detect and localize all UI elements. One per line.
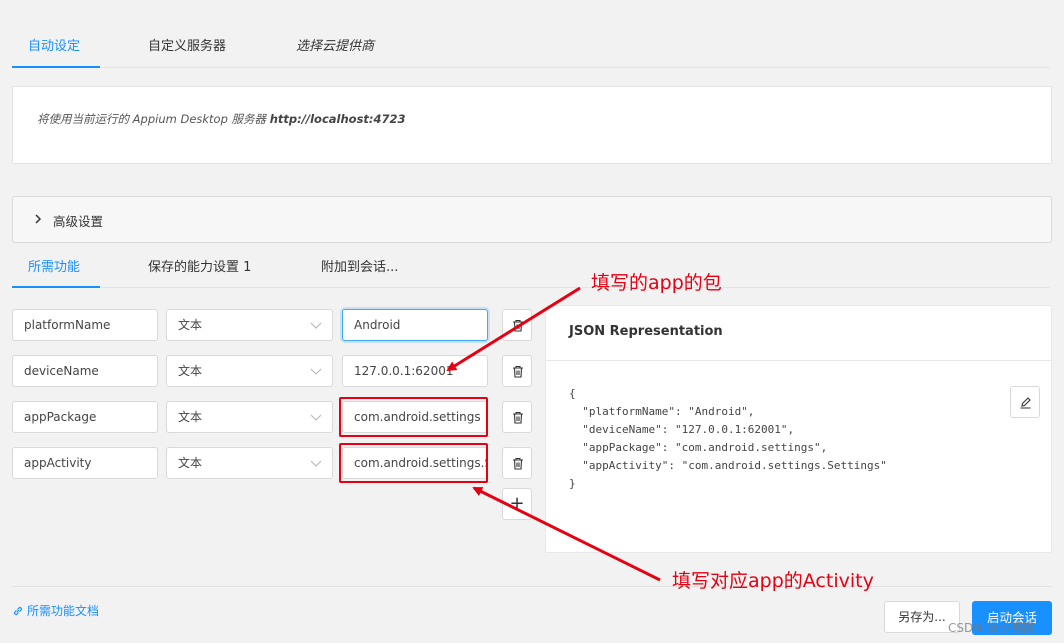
advanced-settings-label: 高级设置 bbox=[53, 214, 104, 229]
capability-name-input[interactable]: platformName bbox=[12, 309, 158, 341]
trash-icon bbox=[513, 365, 523, 378]
json-panel-header: JSON Representation bbox=[546, 306, 1051, 361]
capability-type-select[interactable]: 文本 bbox=[166, 447, 333, 479]
highlight-app-activity bbox=[339, 443, 488, 483]
chevron-right-icon bbox=[35, 214, 42, 224]
delete-capability-button[interactable] bbox=[502, 355, 532, 387]
json-line: } bbox=[569, 477, 576, 490]
server-info-prefix: 将使用当前运行的 Appium Desktop 服务器 bbox=[37, 112, 267, 126]
add-capability-button[interactable]: + bbox=[502, 488, 532, 520]
json-line: "deviceName": "127.0.0.1:62001", bbox=[569, 423, 795, 436]
trash-icon bbox=[513, 319, 523, 332]
json-code-block: { "platformName": "Android", "deviceName… bbox=[569, 385, 887, 493]
capability-value-input[interactable]: 127.0.0.1:62001 bbox=[342, 355, 488, 387]
plus-icon: + bbox=[509, 493, 525, 514]
capability-name-input[interactable]: appActivity bbox=[12, 447, 158, 479]
tab-custom-server[interactable]: 自定义服务器 bbox=[148, 26, 226, 68]
server-url: http://localhost:4723 bbox=[269, 112, 406, 126]
link-icon bbox=[13, 606, 23, 616]
capability-type-select[interactable]: 文本 bbox=[166, 401, 333, 433]
json-representation-panel: JSON Representation { "platformName": "A… bbox=[545, 305, 1052, 553]
capability-type-value: 文本 bbox=[178, 364, 203, 378]
capability-name-input[interactable]: appPackage bbox=[12, 401, 158, 433]
capability-value-input[interactable]: Android bbox=[342, 309, 488, 341]
highlight-app-package bbox=[339, 397, 488, 437]
capability-name-input[interactable]: deviceName bbox=[12, 355, 158, 387]
json-line: { bbox=[569, 387, 576, 400]
capability-type-value: 文本 bbox=[178, 456, 203, 470]
capability-type-select[interactable]: 文本 bbox=[166, 309, 333, 341]
chevron-down-icon bbox=[310, 368, 322, 375]
server-info-panel: 将使用当前运行的 Appium Desktop 服务器 http://local… bbox=[12, 86, 1052, 164]
chevron-down-icon bbox=[310, 460, 322, 467]
capability-row: deviceName 文本 127.0.0.1:62001 bbox=[12, 355, 532, 387]
tab-ink-bar bbox=[12, 286, 100, 288]
capability-type-value: 文本 bbox=[178, 318, 203, 332]
tab-automatic-server[interactable]: 自动设定 bbox=[28, 26, 80, 68]
delete-capability-button[interactable] bbox=[502, 309, 532, 341]
capability-type-select[interactable]: 文本 bbox=[166, 355, 333, 387]
chevron-down-icon bbox=[310, 322, 322, 329]
tab-desired-capabilities[interactable]: 所需功能 bbox=[28, 247, 80, 289]
server-tabs: 自动设定 自定义服务器 选择云提供商 bbox=[12, 26, 1050, 68]
capability-row: platformName 文本 Android bbox=[12, 309, 532, 341]
capability-tabs: 所需功能 保存的能力设置 1 附加到会话... bbox=[12, 247, 1050, 288]
capabilities-doc-link[interactable]: 所需功能文档 bbox=[12, 602, 99, 619]
trash-icon bbox=[513, 411, 523, 424]
tab-attach-session[interactable]: 附加到会话... bbox=[321, 247, 398, 289]
delete-capability-button[interactable] bbox=[502, 447, 532, 479]
tab-saved-capabilities[interactable]: 保存的能力设置 1 bbox=[148, 247, 251, 289]
chevron-down-icon bbox=[310, 414, 322, 421]
doc-link-label: 所需功能文档 bbox=[27, 604, 100, 618]
annotation-package-note: 填写的app的包 bbox=[591, 272, 722, 294]
json-line: "appActivity": "com.android.settings.Set… bbox=[569, 459, 887, 472]
advanced-settings-collapse[interactable]: 高级设置 bbox=[12, 196, 1052, 243]
server-info-text: 将使用当前运行的 Appium Desktop 服务器 http://local… bbox=[37, 111, 406, 127]
json-line: "platformName": "Android", bbox=[569, 405, 755, 418]
edit-json-button[interactable] bbox=[1010, 386, 1040, 418]
delete-capability-button[interactable] bbox=[502, 401, 532, 433]
tab-cloud-provider[interactable]: 选择云提供商 bbox=[296, 26, 374, 68]
trash-icon bbox=[513, 457, 523, 470]
capability-type-value: 文本 bbox=[178, 410, 203, 424]
edit-icon bbox=[1020, 397, 1031, 409]
annotation-activity-note: 填写对应app的Activity bbox=[672, 570, 874, 592]
json-line: "appPackage": "com.android.settings", bbox=[569, 441, 828, 454]
footer-divider bbox=[12, 586, 1052, 587]
tab-ink-bar bbox=[12, 66, 100, 68]
json-panel-title: JSON Representation bbox=[569, 324, 723, 339]
watermark: CSDN @小明糊 bbox=[948, 621, 1035, 635]
